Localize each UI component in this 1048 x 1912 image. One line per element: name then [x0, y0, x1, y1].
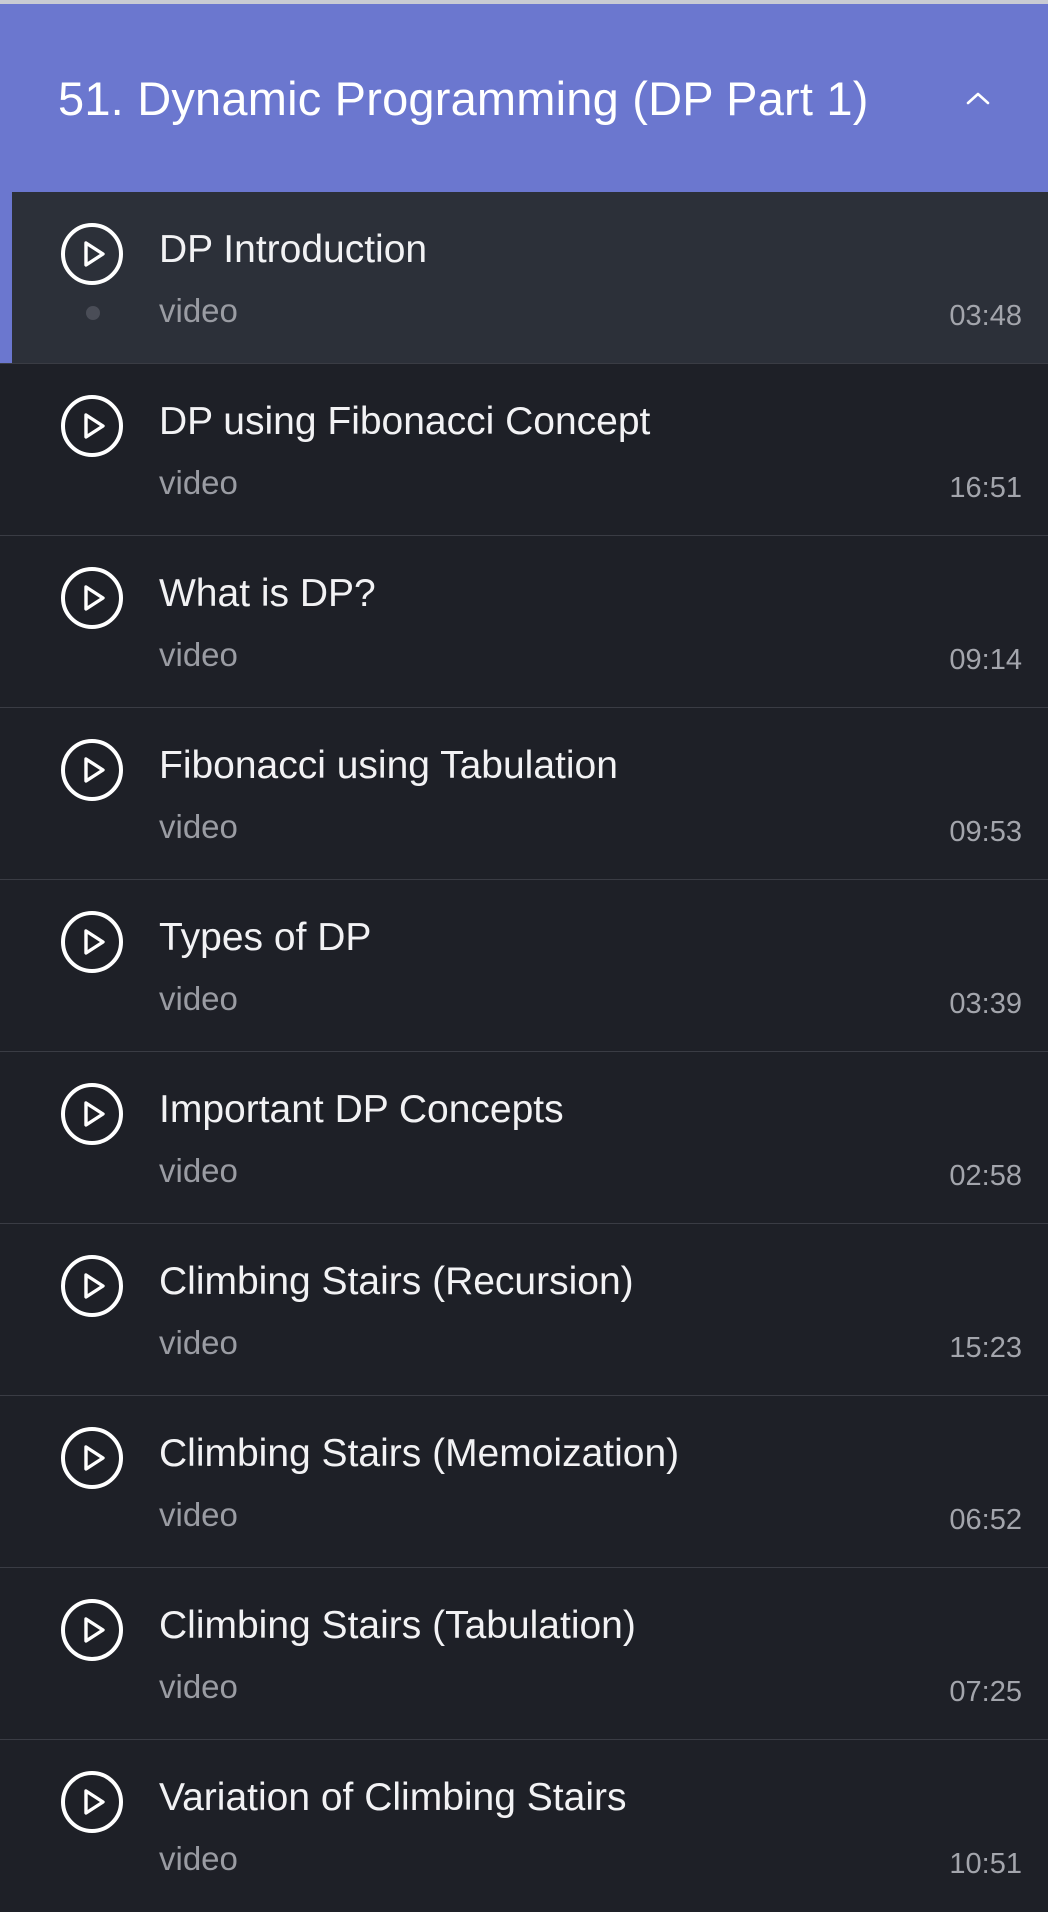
lesson-duration: 15:23 — [949, 1332, 1022, 1364]
lesson-title: Variation of Climbing Stairs — [159, 1776, 627, 1819]
lesson-item[interactable]: Variation of Climbing Stairs video 10:51 — [0, 1740, 1048, 1912]
play-circle-icon[interactable] — [60, 566, 124, 630]
lesson-item[interactable]: DP using Fibonacci Concept video 16:51 — [0, 364, 1048, 536]
play-circle-icon[interactable] — [60, 1598, 124, 1662]
lesson-title: DP using Fibonacci Concept — [159, 400, 651, 443]
chevron-up-icon[interactable] — [958, 78, 998, 118]
section-title: 51. Dynamic Programming (DP Part 1) — [58, 71, 869, 125]
lesson-duration: 03:39 — [949, 988, 1022, 1020]
lesson-type: video — [159, 636, 238, 673]
lesson-title: Types of DP — [159, 916, 372, 959]
lesson-duration: 02:58 — [949, 1160, 1022, 1192]
play-circle-icon[interactable] — [60, 1082, 124, 1146]
lesson-type: video — [159, 1840, 238, 1877]
lesson-title: Climbing Stairs (Tabulation) — [159, 1604, 636, 1647]
lesson-item[interactable]: What is DP? video 09:14 — [0, 536, 1048, 708]
lesson-title: DP Introduction — [159, 228, 428, 271]
lesson-duration: 09:53 — [949, 816, 1022, 848]
lesson-duration: 16:51 — [949, 472, 1022, 504]
play-circle-icon[interactable] — [60, 1426, 124, 1490]
play-circle-icon[interactable] — [60, 1254, 124, 1318]
lesson-title: Climbing Stairs (Recursion) — [159, 1260, 634, 1303]
lesson-type: video — [159, 464, 238, 501]
lesson-title: Important DP Concepts — [159, 1088, 564, 1131]
lesson-type: video — [159, 1496, 238, 1533]
lesson-duration: 10:51 — [949, 1848, 1022, 1880]
lesson-title: What is DP? — [159, 572, 376, 615]
play-circle-icon[interactable] — [60, 738, 124, 802]
lesson-item[interactable]: Types of DP video 03:39 — [0, 880, 1048, 1052]
lesson-type: video — [159, 1668, 238, 1705]
lesson-item[interactable]: Important DP Concepts video 02:58 — [0, 1052, 1048, 1224]
lesson-title: Climbing Stairs (Memoization) — [159, 1432, 680, 1475]
lesson-type: video — [159, 292, 238, 329]
play-circle-icon[interactable] — [60, 1770, 124, 1834]
play-circle-icon[interactable] — [60, 910, 124, 974]
play-circle-icon[interactable] — [60, 222, 124, 286]
lesson-item[interactable]: Climbing Stairs (Tabulation) video 07:25 — [0, 1568, 1048, 1740]
section-header[interactable]: 51. Dynamic Programming (DP Part 1) — [0, 4, 1048, 192]
lesson-duration: 06:52 — [949, 1504, 1022, 1536]
play-circle-icon[interactable] — [60, 394, 124, 458]
lesson-item[interactable]: Climbing Stairs (Memoization) video 06:5… — [0, 1396, 1048, 1568]
lesson-type: video — [159, 1324, 238, 1361]
lesson-list: DP Introduction video 03:48 DP using Fib… — [0, 192, 1048, 1912]
lesson-duration: 07:25 — [949, 1676, 1022, 1708]
lesson-type: video — [159, 1152, 238, 1189]
lesson-duration: 03:48 — [949, 300, 1022, 332]
lesson-item[interactable]: Fibonacci using Tabulation video 09:53 — [0, 708, 1048, 880]
progress-dot — [86, 306, 100, 320]
lesson-type: video — [159, 808, 238, 845]
lesson-title: Fibonacci using Tabulation — [159, 744, 618, 787]
lesson-item[interactable]: DP Introduction video 03:48 — [0, 192, 1048, 364]
lesson-item[interactable]: Climbing Stairs (Recursion) video 15:23 — [0, 1224, 1048, 1396]
lesson-duration: 09:14 — [949, 644, 1022, 676]
lesson-type: video — [159, 980, 238, 1017]
